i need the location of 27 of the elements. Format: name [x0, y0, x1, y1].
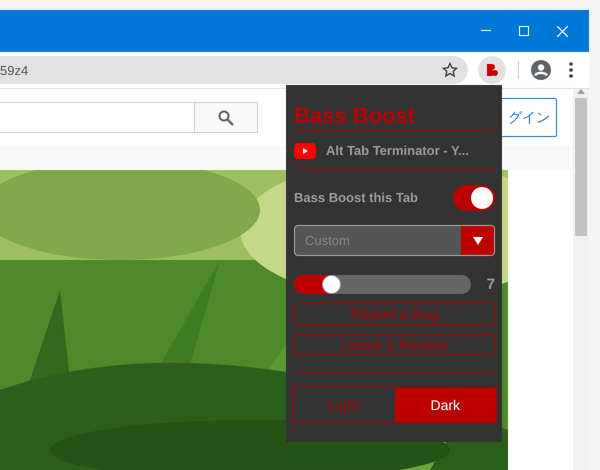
login-button[interactable]: グイン	[499, 98, 557, 137]
minimize-icon[interactable]	[481, 30, 491, 32]
scrollbar-thumb[interactable]	[575, 98, 587, 236]
toggle-switch[interactable]	[453, 184, 495, 210]
menu-icon[interactable]	[569, 62, 573, 78]
slider-track[interactable]	[294, 274, 471, 294]
dropdown-arrow-icon	[472, 236, 482, 244]
slider-value: 7	[486, 276, 495, 292]
slider-thumb[interactable]	[322, 274, 342, 294]
bass-boost-logo-icon	[485, 63, 499, 77]
account-icon[interactable]	[531, 60, 551, 80]
search-button[interactable]	[195, 102, 258, 133]
popup-title: Bass Boost	[294, 102, 416, 130]
search-field[interactable]	[0, 102, 195, 133]
toggle-label: Bass Boost this Tab	[294, 190, 418, 205]
extension-button[interactable]	[478, 56, 506, 84]
star-icon[interactable]	[442, 62, 458, 78]
maximize-icon[interactable]	[519, 26, 529, 36]
search-icon	[218, 110, 234, 126]
tab-title: Alt Tab Terminator - Y...	[326, 143, 470, 158]
video-play-icon	[294, 142, 316, 158]
address-bar[interactable]: 59z4	[0, 56, 468, 84]
link-button[interactable]: Report a Bug	[294, 303, 495, 325]
close-icon[interactable]	[556, 26, 568, 36]
link-button[interactable]: Leave a Review	[294, 334, 495, 356]
theme-option[interactable]: Dark	[394, 388, 496, 422]
url-text: 59z4	[0, 62, 28, 78]
